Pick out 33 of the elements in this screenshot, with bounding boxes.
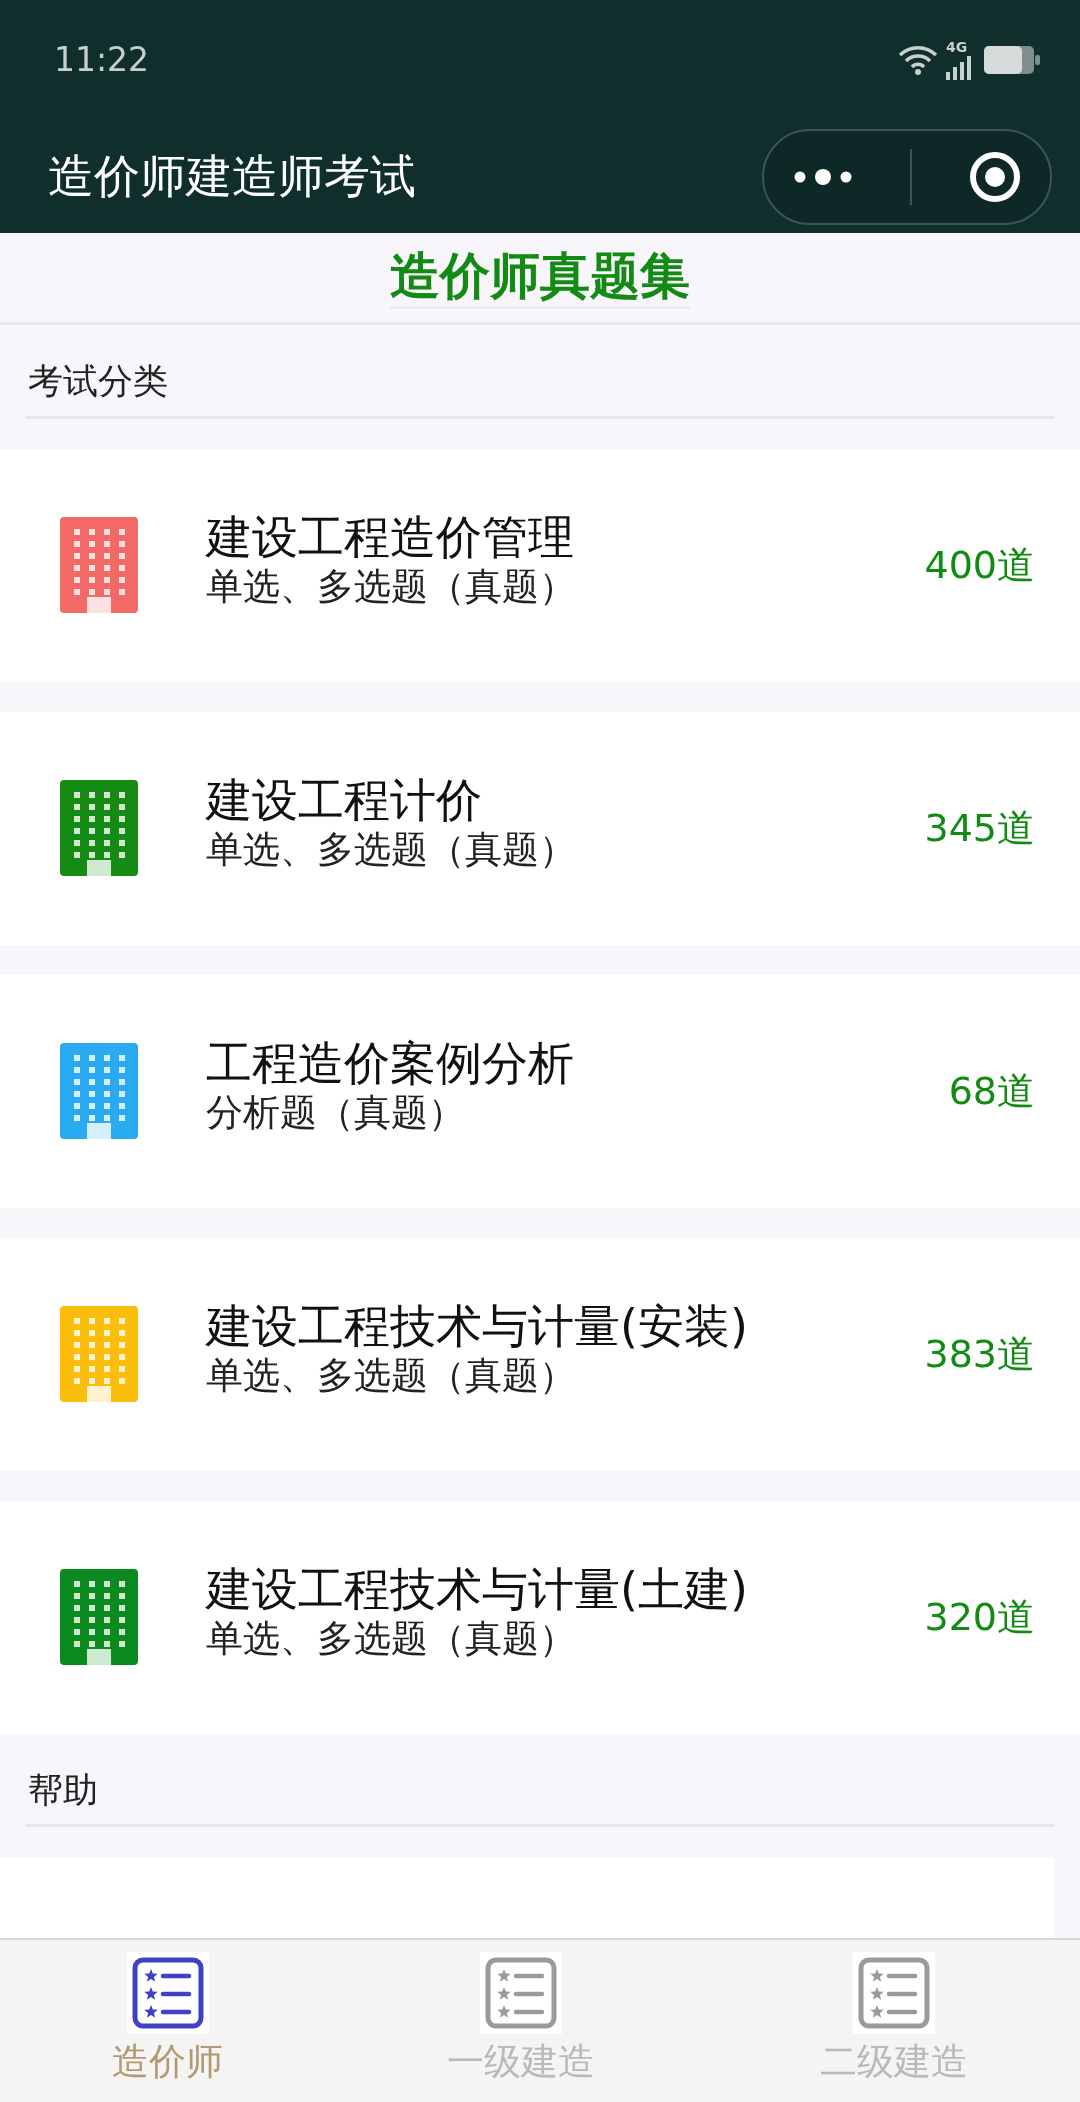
category-title: 建设工程造价管理: [206, 510, 575, 566]
category-subtitle: 单选、多选题（真题）: [206, 1617, 577, 1662]
question-count: 320道: [924, 1593, 1035, 1641]
category-title: 建设工程计价: [206, 773, 483, 829]
category-title: 建设工程技术与计量(土建): [206, 1562, 749, 1618]
question-count: 400道: [924, 541, 1035, 589]
category-subtitle: 单选、多选题（真题）: [206, 1354, 577, 1399]
category-title: 建设工程技术与计量(安装): [206, 1299, 749, 1355]
category-card[interactable]: 建设工程计价 单选、多选题（真题） 345道: [0, 711, 1080, 945]
category-subtitle: 分析题（真题）: [206, 1091, 466, 1136]
category-card[interactable]: 建设工程技术与计量(土建) 单选、多选题（真题） 320道: [0, 1500, 1080, 1734]
battery-icon: [984, 46, 1040, 74]
app-title: 造价师建造师考试: [48, 148, 416, 205]
status-time: 11:22: [54, 39, 150, 82]
more-icon[interactable]: [792, 166, 854, 187]
category-card[interactable]: 工程造价案例分析 分析题（真题） 68道: [0, 974, 1080, 1208]
category-subtitle: 单选、多选题（真题）: [206, 828, 577, 873]
category-subtitle: 单选、多选题（真题）: [206, 565, 577, 610]
category-card[interactable]: 建设工程技术与计量(安装) 单选、多选题（真题） 383道: [0, 1237, 1080, 1471]
section-label: 考试分类: [26, 325, 1054, 419]
list-icon: [852, 1952, 935, 2034]
wifi-icon: [898, 44, 938, 76]
network-label: 4G: [946, 40, 968, 54]
close-icon[interactable]: [968, 149, 1022, 204]
category-card[interactable]: 建设工程造价管理 单选、多选题（真题） 400道: [0, 448, 1080, 682]
question-count: 345道: [924, 804, 1035, 852]
list-icon: [480, 1952, 563, 2034]
question-count: 68道: [948, 1067, 1035, 1115]
page-title: 造价师真题集: [390, 246, 690, 309]
question-count: 383道: [924, 1330, 1035, 1378]
list-icon: [126, 1952, 209, 2034]
category-title: 工程造价案例分析: [206, 1036, 575, 1092]
section-label: 帮助: [26, 1733, 1054, 1827]
